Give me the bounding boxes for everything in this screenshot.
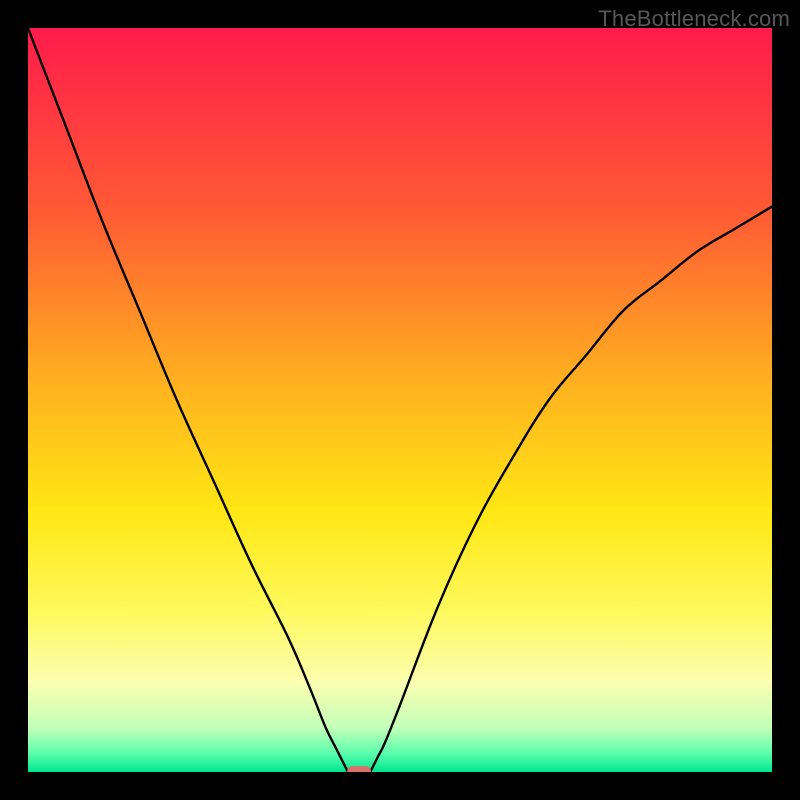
chart-frame: TheBottleneck.com (0, 0, 800, 800)
min-marker (347, 766, 371, 772)
gradient-background (28, 28, 772, 772)
plot-area (28, 28, 772, 772)
chart-svg (28, 28, 772, 772)
watermark-text: TheBottleneck.com (598, 6, 790, 32)
